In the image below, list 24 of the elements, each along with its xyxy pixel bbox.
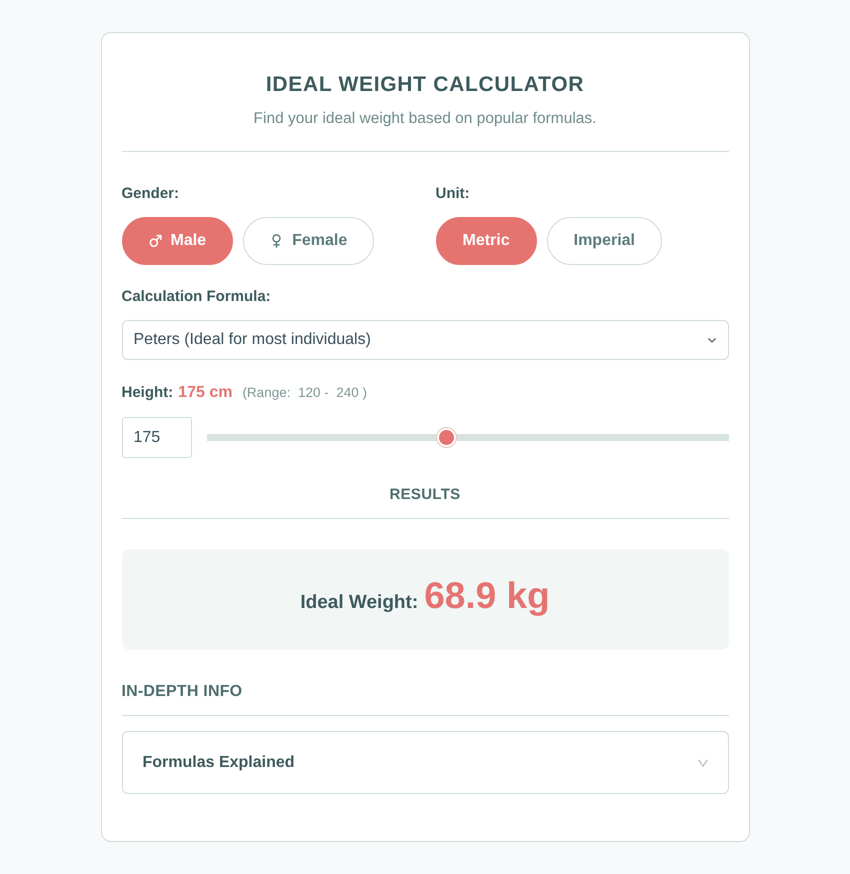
unit-toggle[interactable]: Imperial: [546, 217, 662, 265]
unit-label: Unit:: [436, 185, 471, 203]
slider-thumb[interactable]: [436, 428, 456, 447]
formula-label: Calculation Formula:: [122, 288, 272, 306]
formula-select[interactable]: Peters (Ideal for most individuals): [122, 320, 728, 360]
accordion-header[interactable]: Formulas Explained: [122, 731, 728, 794]
page-subtitle: Find your ideal weight based on popular formulas.: [252, 109, 598, 129]
results-heading: RESULTS: [388, 486, 462, 504]
gender-toggle[interactable]: Male: [122, 217, 234, 265]
height-range: (Range: 120 - 240 ): [242, 384, 368, 402]
female-symbol-icon: [270, 234, 284, 248]
result-label: Ideal Weight:: [300, 592, 418, 614]
height-reading: 175 cm: [178, 384, 232, 402]
unit-toggle[interactable]: Metric: [436, 217, 537, 265]
gender-toggle[interactable]: Female: [243, 217, 374, 265]
page-title: IDEAL WEIGHT CALCULATOR: [264, 73, 586, 97]
gender-label: Gender:: [122, 185, 180, 203]
height-label: Height:: [122, 384, 174, 402]
chevron-down-icon: [708, 338, 716, 342]
height-input[interactable]: 175: [122, 417, 192, 458]
chevron-down-icon: [698, 758, 708, 766]
result-value: 68.9 kg: [424, 575, 550, 617]
info-heading: IN-DEPTH INFO: [122, 683, 244, 701]
male-symbol-icon: [148, 234, 162, 248]
